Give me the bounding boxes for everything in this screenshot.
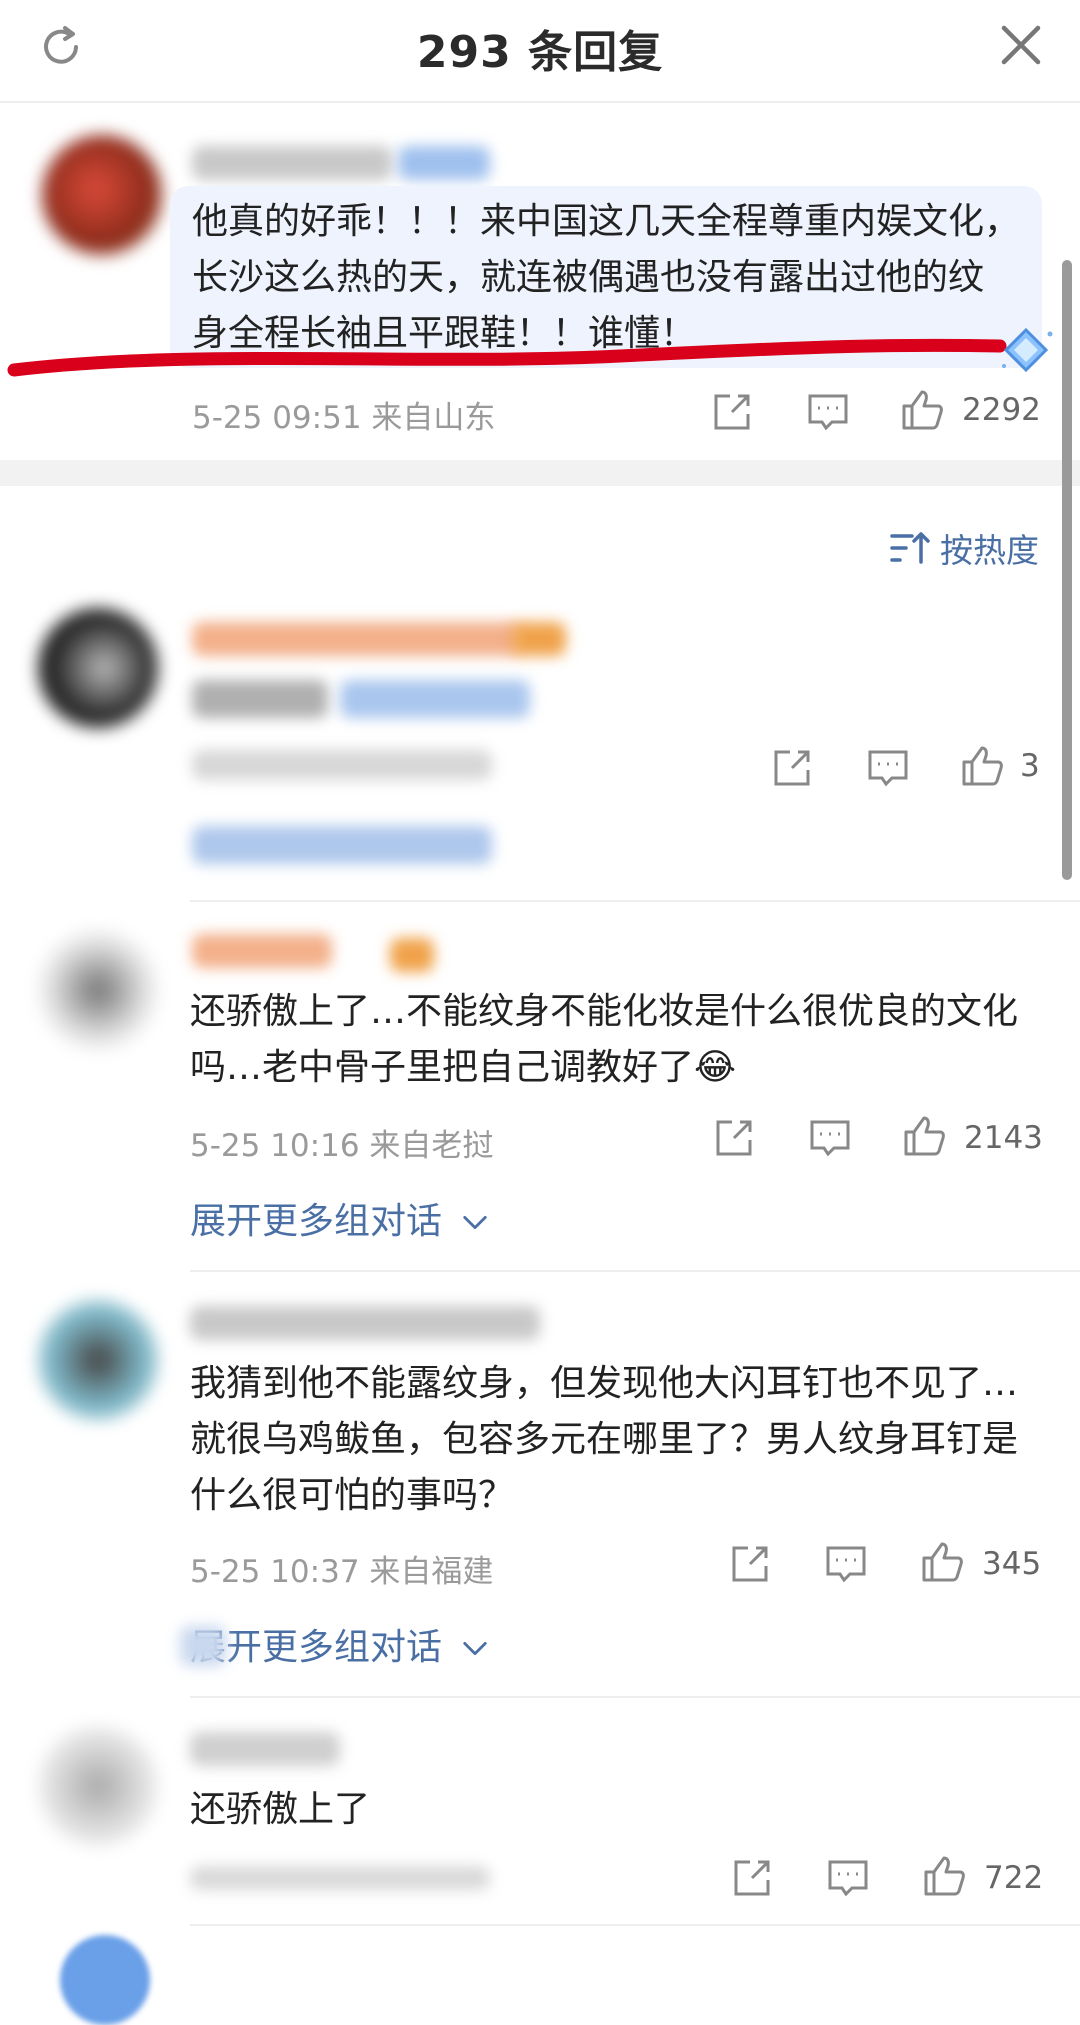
- badge-blurred: [398, 146, 490, 180]
- comment-line: 还骄傲上了: [190, 1789, 371, 1830]
- meta-blurred: [190, 1866, 490, 1890]
- meta-blurred: [192, 750, 492, 780]
- share-icon[interactable]: [710, 390, 754, 434]
- comment-icon[interactable]: [806, 390, 850, 434]
- share-icon[interactable]: [730, 1856, 774, 1900]
- row-divider: [190, 900, 1080, 902]
- thumbs-up-icon[interactable]: [922, 1854, 966, 1898]
- avatar[interactable]: [38, 608, 158, 728]
- comment-line: 长沙这么热的天，就连被偶遇也没有露出过他的纹: [192, 257, 985, 298]
- expand-more-conversations[interactable]: 展开更多组对话: [190, 1192, 489, 1244]
- comment-meta: 5-25 10:16 来自老挝: [190, 1128, 494, 1164]
- like-count: 3: [1020, 748, 1040, 784]
- section-divider: [0, 460, 1080, 486]
- comment-icon[interactable]: [866, 746, 910, 790]
- avatar[interactable]: [60, 1935, 150, 2025]
- row-divider: [190, 1924, 1080, 1926]
- avatar[interactable]: [42, 135, 162, 255]
- comment-meta: 5-25 10:37 来自福建: [190, 1554, 494, 1590]
- scrollbar[interactable]: [1062, 260, 1072, 880]
- row-divider: [190, 1696, 1080, 1698]
- avatar[interactable]: [38, 930, 158, 1050]
- row-divider: [190, 1270, 1080, 1272]
- comment-line: 还骄傲上了…不能纹身不能化妆是什么很优良的文化: [190, 991, 1019, 1032]
- thumbs-up-icon[interactable]: [902, 1114, 946, 1158]
- like-count: 722: [984, 1860, 1044, 1896]
- comment-icon[interactable]: [824, 1542, 868, 1586]
- chevron-down-icon: [463, 1216, 488, 1230]
- username-blurred[interactable]: [192, 146, 392, 180]
- red-underline-annotation: [7, 338, 1007, 377]
- link-text-blurred[interactable]: [340, 680, 530, 718]
- expand-more-conversations[interactable]: 展开更多组对话: [190, 1618, 489, 1670]
- badge-blurred: [390, 938, 434, 972]
- expand-label: 展开更多组对话: [190, 1627, 443, 1668]
- avatar[interactable]: [38, 1726, 158, 1846]
- avatar[interactable]: [38, 1300, 158, 1420]
- expand-blurred[interactable]: [192, 826, 492, 864]
- like-count: 2292: [962, 392, 1041, 428]
- like-count: 2143: [964, 1120, 1043, 1156]
- expand-blurred-overlay: [180, 1626, 226, 1666]
- comment-line: 他真的好乖！！！来中国这几天全程尊重内娱文化，: [192, 201, 1021, 242]
- username-blurred[interactable]: [190, 1306, 540, 1340]
- header-bar: 293 条回复: [0, 0, 1080, 103]
- badge-blurred: [512, 622, 566, 656]
- comment-meta: 5-25 09:51 来自山东: [192, 400, 496, 436]
- expand-label: 展开更多组对话: [190, 1201, 443, 1242]
- close-icon[interactable]: [996, 20, 1046, 70]
- comment-line: 什么很可怕的事吗？: [190, 1475, 515, 1516]
- comment-icon[interactable]: [808, 1116, 852, 1160]
- comment-line: 我猜到他不能露纹身，但发现他大闪耳钉也不见了…: [190, 1363, 1019, 1404]
- username-blurred[interactable]: [190, 1732, 340, 1766]
- sort-icon[interactable]: [890, 530, 930, 566]
- share-icon[interactable]: [728, 1542, 772, 1586]
- thumbs-up-icon[interactable]: [960, 744, 1004, 788]
- chevron-down-icon: [463, 1642, 488, 1656]
- comment-text-blurred: [192, 680, 328, 718]
- username-blurred[interactable]: [192, 934, 332, 968]
- thumbs-up-icon[interactable]: [920, 1540, 964, 1584]
- thumbs-up-icon[interactable]: [900, 388, 944, 432]
- like-count: 345: [982, 1546, 1042, 1582]
- sort-toggle[interactable]: 按热度: [940, 524, 1039, 572]
- diamond-badge-icon: [1002, 327, 1053, 373]
- share-icon[interactable]: [712, 1116, 756, 1160]
- share-icon[interactable]: [770, 746, 814, 790]
- username-blurred[interactable]: [192, 622, 522, 656]
- comment-icon[interactable]: [826, 1856, 870, 1900]
- comment-line: 吗…老中骨子里把自己调教好了😂: [190, 1047, 737, 1088]
- page-title: 293 条回复: [416, 27, 664, 78]
- comment-line: 就很乌鸡鲅鱼，包容多元在哪里了？男人纹身耳钉是: [190, 1419, 1019, 1460]
